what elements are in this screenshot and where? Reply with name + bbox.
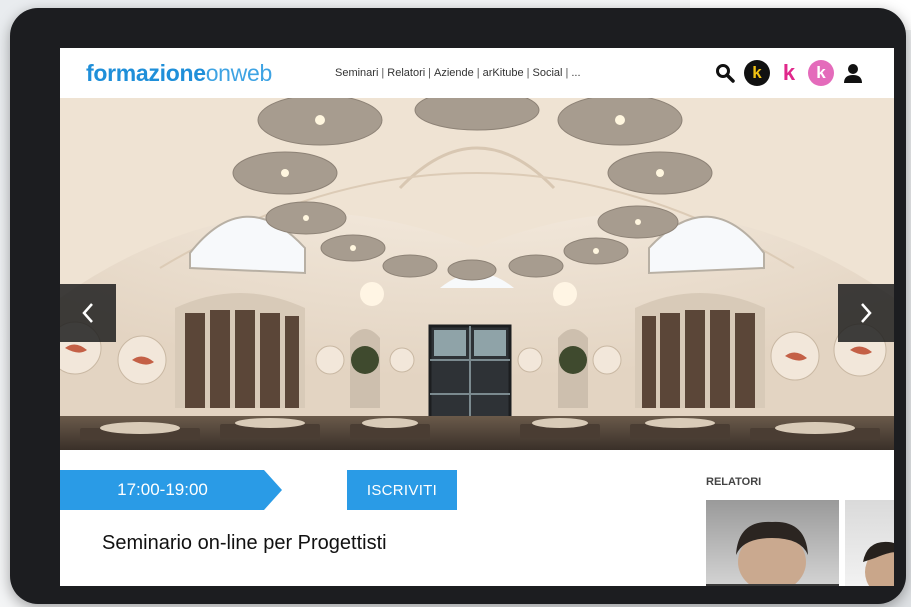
nav-separator: |: [428, 67, 432, 79]
k-pink-circle-icon[interactable]: k: [808, 60, 834, 86]
slider-prev-button[interactable]: [60, 284, 116, 342]
register-button[interactable]: ISCRIVITI: [347, 470, 457, 510]
user-icon[interactable]: [840, 60, 866, 86]
nav-separator: |: [526, 67, 530, 79]
nav-separator: |: [565, 67, 569, 79]
speaker-photo[interactable]: [706, 500, 839, 586]
speakers-heading: RELATORI: [706, 476, 762, 488]
k-yellow-circle-icon[interactable]: k: [744, 60, 770, 86]
site-logo[interactable]: formazioneonweb: [86, 60, 272, 87]
nav-item-social[interactable]: Social: [533, 67, 563, 79]
tablet-screen: formazioneonweb Seminari | Relatori | Aziend…: [60, 48, 894, 586]
chevron-left-icon: [82, 303, 93, 323]
nav-item-arkitube[interactable]: arKitube: [483, 67, 524, 79]
nav-item-relatori[interactable]: Relatori: [387, 67, 425, 79]
k-pink-icon[interactable]: k: [776, 60, 802, 86]
nav-item-more[interactable]: ...: [571, 67, 580, 79]
nav-item-seminari[interactable]: Seminari: [335, 67, 378, 79]
hero-image: [60, 98, 894, 450]
speaker-photo[interactable]: [845, 500, 894, 586]
event-panel: 17:00-19:00 ISCRIVITI Seminario on-line …: [60, 450, 894, 586]
chevron-right-icon: [861, 303, 872, 323]
slider-next-button[interactable]: [838, 284, 894, 342]
header-icons: k k k: [712, 60, 866, 86]
logo-light-text: onweb: [205, 60, 273, 86]
nav-separator: |: [381, 67, 385, 79]
hero-slider: [60, 98, 894, 450]
logo-bold-text: formazione: [86, 60, 206, 86]
main-nav: Seminari | Relatori | Aziende | arKitube | Socia…: [335, 67, 581, 79]
event-time: 17:00-19:00: [117, 480, 208, 499]
nav-item-aziende[interactable]: Aziende: [434, 67, 474, 79]
search-icon[interactable]: [712, 60, 738, 86]
nav-separator: |: [476, 67, 480, 79]
event-title[interactable]: Seminario on-line per Progettisti: [102, 532, 387, 555]
site-header: formazioneonweb Seminari | Relatori | Aziend…: [60, 48, 894, 98]
tablet-frame: formazioneonweb Seminari | Relatori | Aziend…: [10, 8, 906, 604]
